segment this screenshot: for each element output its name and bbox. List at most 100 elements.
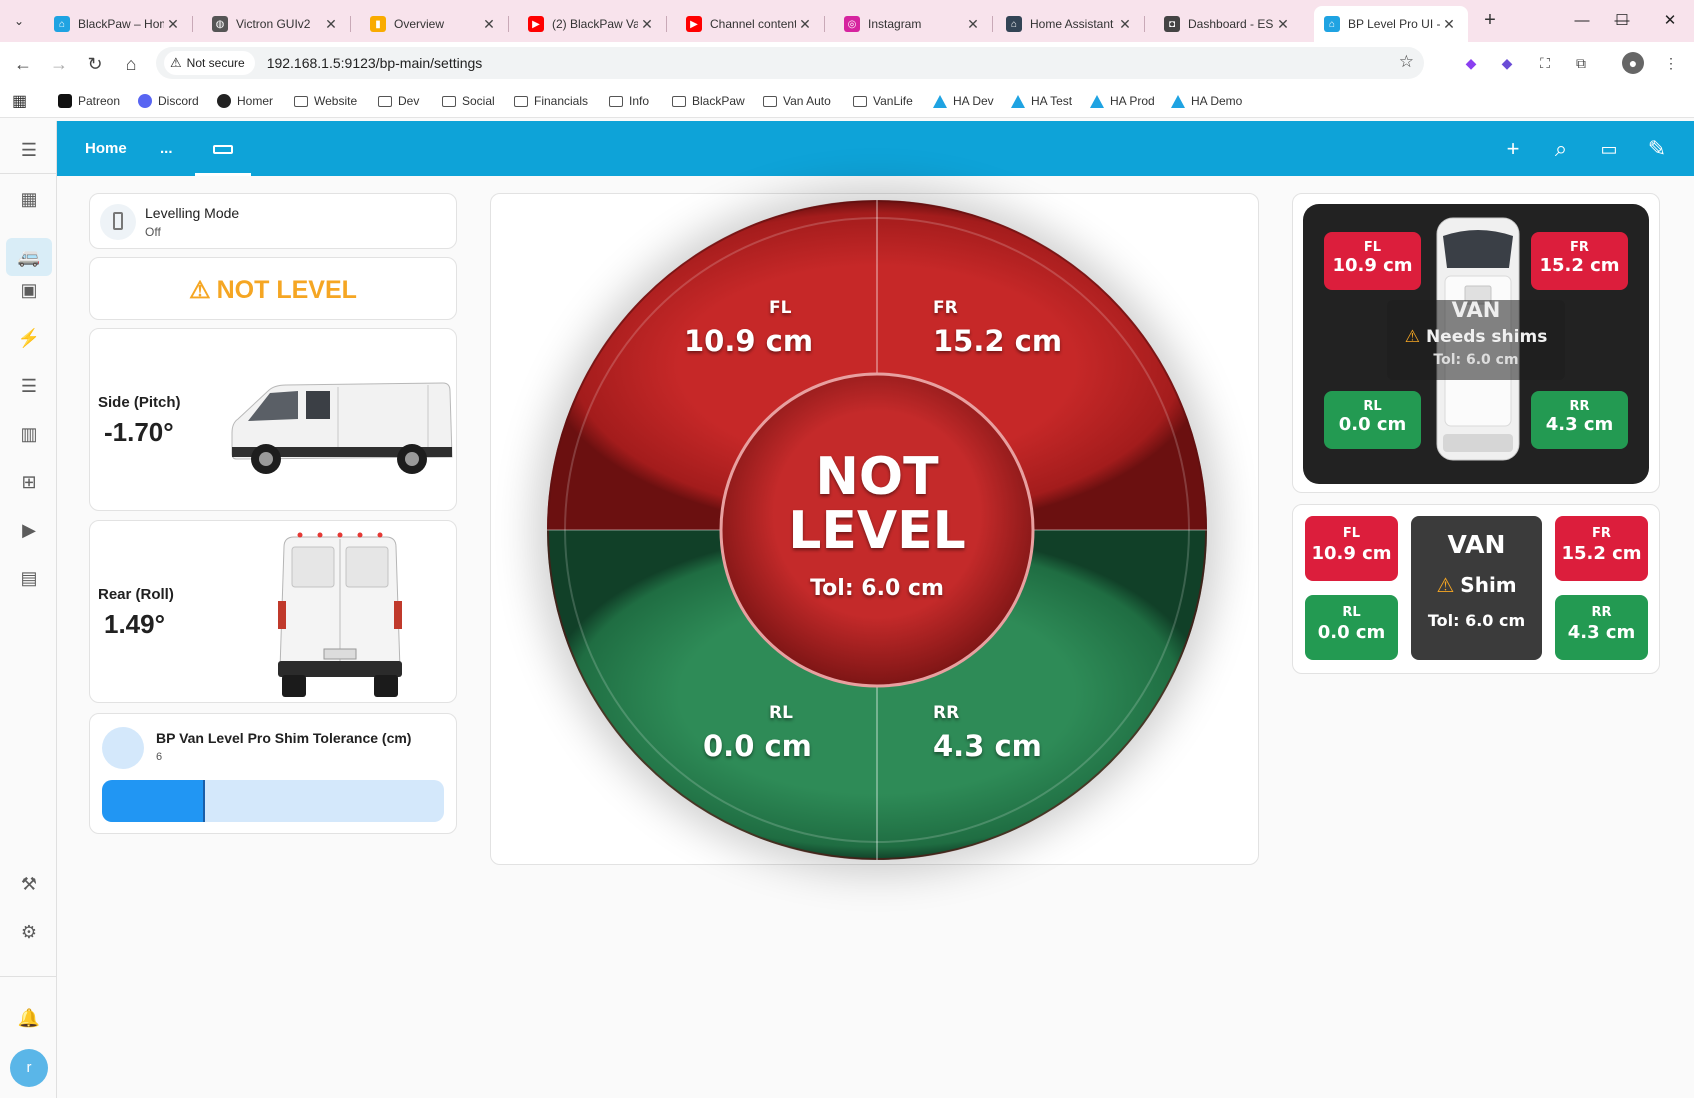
bookmark-ha-prod[interactable]: HA Prod	[1090, 92, 1155, 110]
minimize-icon[interactable]: —	[1562, 8, 1602, 34]
bookmark-van-auto[interactable]: Van Auto	[763, 92, 831, 110]
browser-tab[interactable]: ◘ Dashboard - ESP ✕	[1154, 6, 1302, 42]
address-bar[interactable]: ⚠ Not secure 192.168.1.5:9123/bp-main/se…	[156, 47, 1424, 79]
bookmark-label: HA Test	[1031, 94, 1073, 108]
bookmark-star-icon[interactable]: ☆	[1399, 52, 1414, 72]
browser-tab[interactable]: ◎ Instagram ✕	[834, 6, 993, 42]
home-icon[interactable]: ⌂	[118, 51, 144, 77]
van-overview-card: VAN ⚠ Needs shims Tol: 6.0 cm FL 10.9 cm …	[1292, 193, 1660, 493]
browser-tab[interactable]: ▶ (2) BlackPaw Var ✕	[518, 6, 667, 42]
warning-icon: ⚠	[189, 277, 211, 304]
browser-tab[interactable]: ◍ Victron GUIv2 ✕	[202, 6, 351, 42]
tab-more[interactable]: ...	[160, 121, 173, 176]
browser-tab[interactable]: ⌂ Home Assistant ✕	[996, 6, 1145, 42]
levelling-mode-card[interactable]: Levelling Mode Off	[89, 193, 457, 249]
tab-home[interactable]: Home	[85, 121, 127, 176]
developer-tools-icon[interactable]: ⚒	[14, 869, 44, 899]
close-tab-icon[interactable]: ✕	[638, 16, 656, 33]
bookmark-blackpaw[interactable]: BlackPaw	[672, 92, 745, 110]
close-window-icon[interactable]: ✕	[1650, 8, 1690, 34]
compact-center-panel: VAN ⚠ Shim Tol: 6.0 cm	[1411, 516, 1542, 660]
history-icon[interactable]: ▥	[14, 419, 44, 449]
close-tab-icon[interactable]: ✕	[1440, 16, 1458, 33]
back-icon[interactable]: ←	[10, 51, 36, 77]
bookmark-label: Van Auto	[783, 94, 831, 108]
gauge-rl-value: 0.0 cm	[703, 729, 812, 763]
tab-title: (2) BlackPaw Var	[552, 17, 638, 31]
bookmark-discord[interactable]: Discord	[138, 92, 199, 110]
todo-icon[interactable]: ▤	[14, 563, 44, 593]
puzzle-icon[interactable]: ⧉	[1570, 52, 1592, 74]
bookmark-financials[interactable]: Financials	[514, 92, 588, 110]
menu-hamburger-icon[interactable]: ☰	[14, 135, 44, 165]
bookmark-website[interactable]: Website	[294, 92, 357, 110]
bookmark-ha-demo[interactable]: HA Demo	[1171, 92, 1242, 110]
van-dashboard-icon[interactable]: 🚐	[6, 238, 52, 276]
compact-rr-value: 4.3 cm	[1567, 622, 1636, 643]
energy-icon[interactable]: ⚡	[14, 323, 44, 353]
compact-fr-key: FR	[1592, 526, 1611, 541]
warning-icon: ⚠	[1404, 327, 1420, 347]
bookmark-label: Info	[629, 94, 650, 108]
bookmark-dev[interactable]: Dev	[378, 92, 419, 110]
extension-icon[interactable]: ◆	[1460, 52, 1482, 74]
compact-fl-key: FL	[1342, 526, 1361, 541]
bookmark-social[interactable]: Social	[442, 92, 495, 110]
bookmark-ha-dev[interactable]: HA Dev	[933, 92, 994, 110]
bookmark-label: HA Prod	[1110, 94, 1155, 108]
user-avatar[interactable]: r	[10, 1049, 48, 1087]
close-tab-icon[interactable]: ✕	[164, 16, 182, 33]
tolerance-slider[interactable]	[102, 780, 444, 822]
logbook-icon[interactable]: ☰	[14, 371, 44, 401]
edit-pencil-icon[interactable]: ✎	[1643, 135, 1671, 163]
pitch-label: Side (Pitch)	[98, 394, 181, 411]
assist-chat-icon[interactable]: ▭	[1595, 135, 1623, 163]
close-tab-icon[interactable]: ✕	[796, 16, 814, 33]
wheel-fl-key: FL	[1363, 240, 1382, 255]
browser-tab[interactable]: ▶ Channel content ✕	[676, 6, 825, 42]
apps-grid-icon[interactable]: ▦	[12, 92, 27, 110]
profile-avatar-icon[interactable]: ●	[1622, 52, 1644, 74]
contacts-icon[interactable]: ▣	[14, 275, 44, 305]
bookmark-vanlife[interactable]: VanLife	[853, 92, 913, 110]
security-label: Not secure	[186, 56, 245, 70]
notifications-bell-icon[interactable]: 🔔	[14, 1003, 44, 1033]
add-icon[interactable]: +	[1499, 135, 1527, 163]
bookmark-ha-test[interactable]: HA Test	[1011, 92, 1072, 110]
close-tab-icon[interactable]: ✕	[480, 16, 498, 33]
extension-icon[interactable]: ◆	[1496, 52, 1518, 74]
close-tab-icon[interactable]: ✕	[1274, 16, 1292, 33]
browser-tab[interactable]: ⌂ BlackPaw – Hom ✕	[44, 6, 193, 42]
menu-kebab-icon[interactable]: ⋮	[1660, 52, 1682, 74]
roll-value: 1.49°	[104, 609, 166, 639]
close-tab-icon[interactable]: ✕	[964, 16, 982, 33]
media-icon[interactable]: ▶	[14, 515, 44, 545]
security-chip[interactable]: ⚠ Not secure	[164, 51, 255, 75]
folder-icon	[514, 95, 528, 107]
compact-title: VAN	[1447, 530, 1506, 559]
maximize-icon[interactable]: ☐	[1602, 8, 1642, 34]
tab-level[interactable]	[195, 121, 251, 176]
bookmark-info[interactable]: Info	[609, 92, 649, 110]
browser-tab-active[interactable]: ⌂ BP Level Pro UI - ✕	[1314, 6, 1468, 42]
forward-icon[interactable]: →	[46, 51, 72, 77]
bookmark-homer[interactable]: Homer	[217, 92, 273, 110]
tolerance-slider-fill[interactable]	[102, 780, 205, 822]
dashboard-icon[interactable]: ▦	[14, 184, 44, 214]
tab-title: Instagram	[868, 17, 922, 31]
browser-tab[interactable]: ▮ Overview ✕	[360, 6, 509, 42]
settings-gear-icon[interactable]: ⚙	[14, 917, 44, 947]
search-icon[interactable]: ⌕	[1547, 135, 1575, 163]
bookmark-label: Discord	[158, 94, 199, 108]
new-tab-icon[interactable]: +	[1478, 9, 1502, 33]
bookmark-patreon[interactable]: Patreon	[58, 92, 120, 110]
hacs-icon[interactable]: ⊞	[14, 467, 44, 497]
reload-icon[interactable]: ↻	[82, 51, 108, 77]
browser-nav-bar: ← → ↻ ⌂ ⚠ Not secure 192.168.1.5:9123/bp…	[0, 42, 1694, 84]
url-text[interactable]: 192.168.1.5:9123/bp-main/settings	[267, 55, 483, 71]
tab-search-icon[interactable]: ⌄	[8, 10, 30, 32]
wheel-fr-pill: FR 15.2 cm	[1531, 232, 1628, 290]
close-tab-icon[interactable]: ✕	[1116, 16, 1134, 33]
screenshot-icon[interactable]: ⛶	[1534, 52, 1556, 74]
close-tab-icon[interactable]: ✕	[322, 16, 340, 33]
